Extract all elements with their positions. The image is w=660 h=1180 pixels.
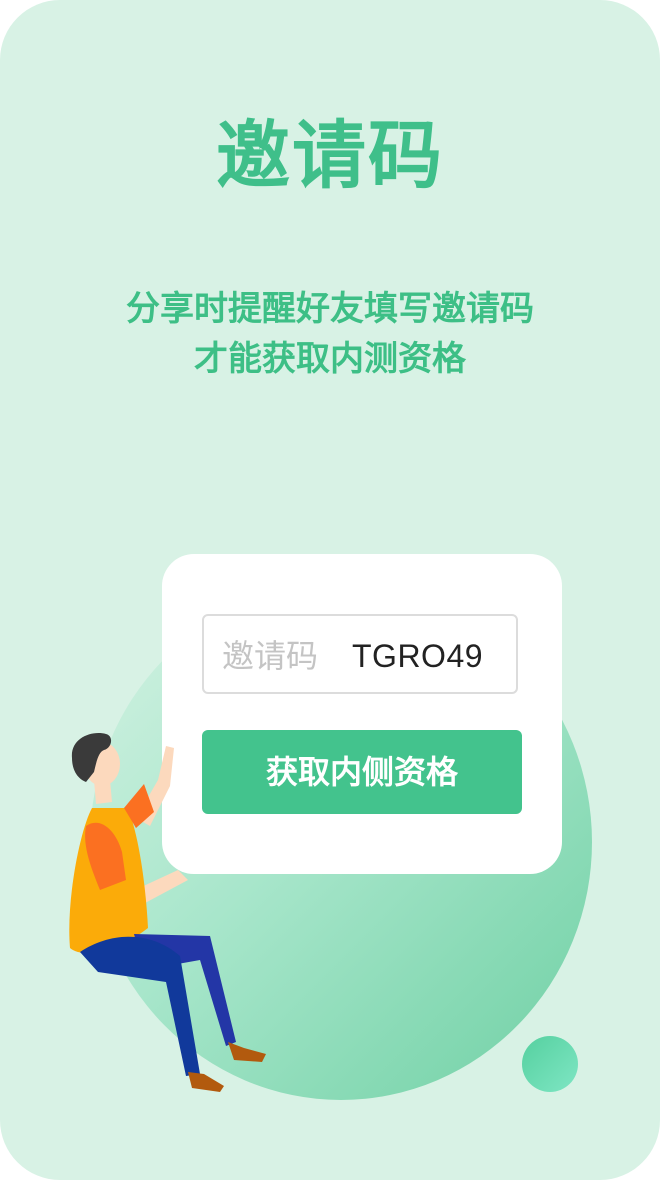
subtitle-line-1: 分享时提醒好友填写邀请码 [126, 289, 534, 329]
invite-code-label: 邀请码 [222, 637, 319, 675]
invite-code-value[interactable]: TGRO49 [352, 616, 483, 696]
invite-code-screen: 邀请码 分享时提醒好友填写邀请码 才能获取内测资格 邀请码 TGRO49 获取内… [0, 0, 660, 1180]
page-title: 邀请码 [216, 113, 444, 199]
person-pointing-illustration [69, 733, 266, 1092]
decor-circle-small [522, 1036, 578, 1092]
subtitle-line-2: 才能获取内测资格 [194, 339, 466, 379]
page-subtitle: 分享时提醒好友填写邀请码 才能获取内测资格 [0, 284, 660, 384]
invite-code-field[interactable]: 邀请码 TGRO49 [202, 614, 518, 694]
